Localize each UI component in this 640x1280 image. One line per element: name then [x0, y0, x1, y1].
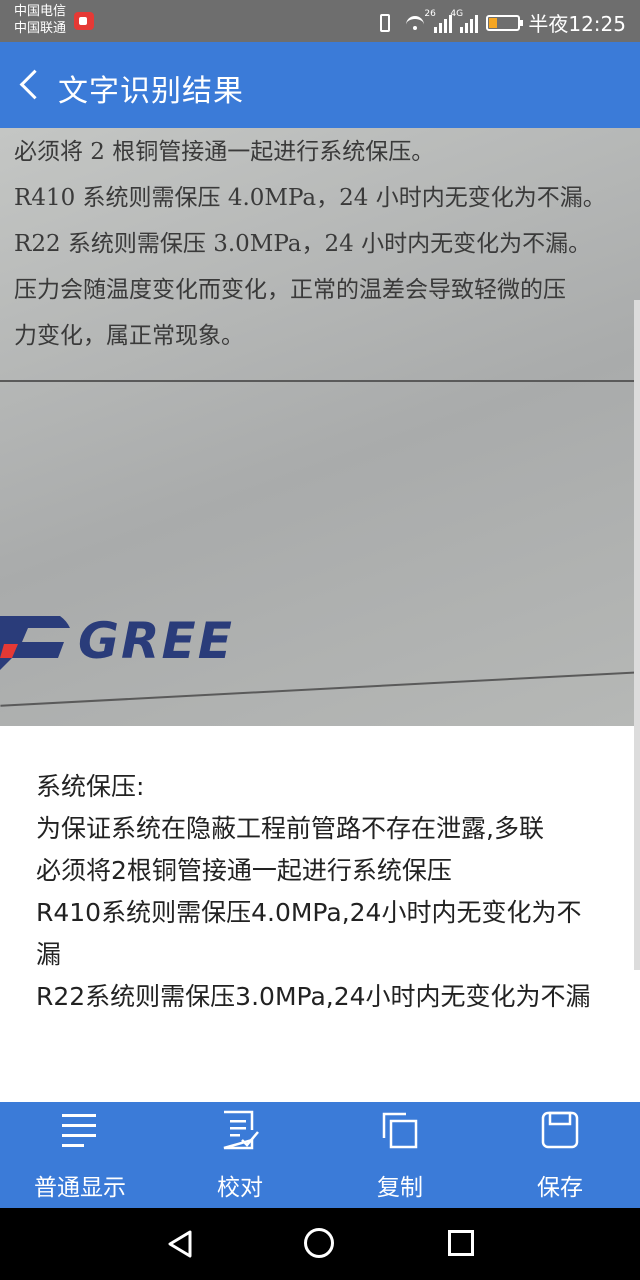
- carrier-labels: 中国电信 中国联通: [14, 3, 66, 37]
- bottom-toolbar: 普通显示 校对 复制 保存: [0, 1102, 640, 1208]
- photo-line: R22 系统则需保压 3.0MPa，24 小时内无变化为不漏。: [14, 231, 592, 257]
- result-line: 系统保压:: [36, 772, 145, 801]
- list-icon: [62, 1114, 96, 1147]
- photo-line: 必须将 2 根铜管接通一起进行系统保压。: [14, 139, 435, 165]
- scrollbar[interactable]: [634, 300, 640, 970]
- photo-line: 压力会随温度变化而变化，正常的温差会导致轻微的压: [14, 277, 566, 303]
- screen-record-icon: [74, 12, 94, 30]
- proofread-button[interactable]: 校对: [160, 1102, 320, 1208]
- clock: 半夜12:25: [528, 12, 626, 36]
- network-type-1: 26: [424, 8, 436, 19]
- status-bar: 中国电信 中国联通 26 4G 半夜12:25: [0, 0, 640, 42]
- result-line: 为保证系统在隐蔽工程前管路不存在泄露,多联: [36, 814, 544, 843]
- gree-logo-text: GREE: [78, 612, 234, 670]
- wifi-icon: [404, 12, 426, 34]
- page-rule-top: [0, 380, 640, 382]
- copy-icon: [382, 1112, 418, 1149]
- proofread-icon: [223, 1110, 259, 1150]
- photo-line: R410 系统则需保压 4.0MPa，24 小时内无变化为不漏。: [14, 185, 606, 211]
- normal-display-button[interactable]: 普通显示: [0, 1102, 160, 1208]
- scanned-photo: 必须将 2 根铜管接通一起进行系统保压。 R410 系统则需保压 4.0MPa，…: [0, 128, 640, 726]
- result-line: R22系统则需保压3.0MPa,24小时内无变化为不漏: [36, 982, 591, 1011]
- nav-home-icon[interactable]: [304, 1228, 334, 1258]
- status-icons: 26 4G 半夜12:25: [374, 8, 626, 37]
- result-line: R410系统则需保压4.0MPa,24小时内无变化为不漏: [36, 898, 582, 969]
- save-label: 保存: [537, 1175, 583, 1201]
- result-text[interactable]: 系统保压: 为保证系统在隐蔽工程前管路不存在泄露,多联 必须将2根铜管接通一起进…: [36, 766, 606, 1018]
- signal-icon-2: 4G: [450, 9, 479, 33]
- normal-display-label: 普通显示: [34, 1175, 126, 1201]
- nav-recent-apps-icon[interactable]: [448, 1230, 474, 1256]
- carrier-2: 中国联通: [14, 21, 67, 36]
- nav-back-icon[interactable]: [166, 1230, 194, 1258]
- network-type-2: 4G: [450, 8, 464, 19]
- back-icon[interactable]: [18, 68, 44, 102]
- photo-line: 力变化，属正常现象。: [14, 323, 244, 349]
- app-bar: 文字识别结果: [0, 42, 640, 128]
- carrier-1: 中国电信: [14, 4, 67, 19]
- photo-text: 必须将 2 根铜管接通一起进行系统保压。 R410 系统则需保压 4.0MPa，…: [14, 130, 606, 360]
- battery-icon: [486, 14, 524, 31]
- system-nav-bar: [0, 1208, 640, 1280]
- vibrate-icon: [374, 12, 396, 34]
- result-line: 必须将2根铜管接通一起进行系统保压: [36, 856, 452, 885]
- copy-button[interactable]: 复制: [320, 1102, 480, 1208]
- save-icon: [541, 1111, 579, 1149]
- save-button[interactable]: 保存: [480, 1102, 640, 1208]
- copy-label: 复制: [377, 1175, 423, 1201]
- result-panel[interactable]: 系统保压: 为保证系统在隐蔽工程前管路不存在泄露,多联 必须将2根铜管接通一起进…: [0, 726, 640, 1102]
- proofread-label: 校对: [217, 1175, 263, 1201]
- page-title: 文字识别结果: [58, 74, 244, 109]
